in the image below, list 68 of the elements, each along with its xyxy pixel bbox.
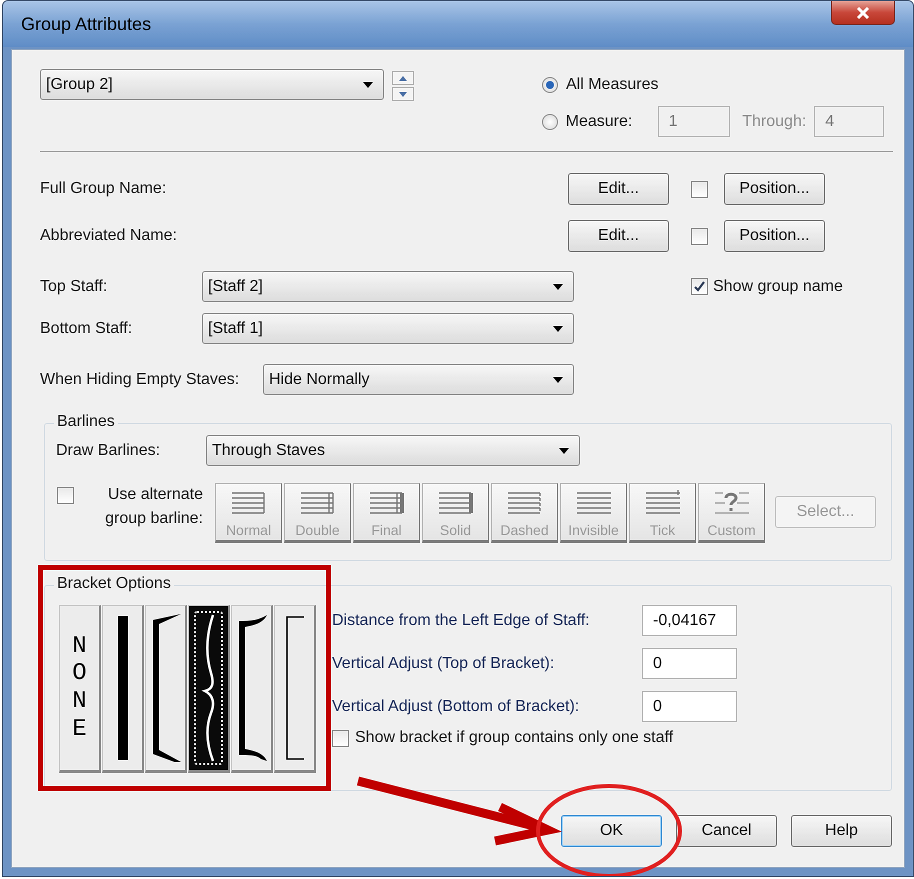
hiding-dropdown[interactable]: Hide Normally <box>263 364 574 395</box>
barline-double-icon <box>298 490 336 516</box>
bracket-icon <box>150 614 180 762</box>
bracket-icon <box>236 615 266 761</box>
radio-label: All Measures <box>566 76 658 94</box>
checkbox[interactable] <box>691 278 708 295</box>
dropdown-arrow-icon <box>559 448 569 454</box>
bracket-style-button[interactable] <box>274 605 316 773</box>
group-title: Bracket Options <box>54 575 174 593</box>
spin-down-button[interactable] <box>392 87 414 101</box>
position-button[interactable]: Position... <box>724 220 825 252</box>
bracket-style-button[interactable] <box>102 605 144 773</box>
barline-dashed-icon <box>506 490 544 516</box>
field-label: Draw Barlines: <box>56 442 162 460</box>
barline-normal-icon <box>230 490 268 516</box>
radio-button[interactable] <box>542 76 558 92</box>
dropdown-arrow-icon <box>553 376 563 382</box>
staff-dropdown[interactable]: [Staff 1] <box>202 313 574 344</box>
value-field[interactable]: 0 <box>642 648 737 679</box>
checkbox-label: Use alternate group barline: <box>104 485 203 529</box>
dropdown-arrow-icon <box>553 284 563 290</box>
checkbox-label: Show bracket if group contains only one staff <box>355 729 674 747</box>
bracket-style-button[interactable]: NONE <box>59 605 101 773</box>
checkbox[interactable] <box>691 180 708 198</box>
dropdown-arrow-icon <box>553 326 563 332</box>
down-arrow-icon <box>399 92 407 96</box>
edit-button[interactable]: Edit... <box>568 173 669 205</box>
field-label: Abbreviated Name: <box>40 227 178 245</box>
dropdown-arrow-icon <box>363 82 373 88</box>
field-label: Vertical Adjust (Bottom of Bracket): <box>332 698 580 716</box>
position-button[interactable]: Position... <box>724 173 825 205</box>
checkbox[interactable] <box>691 228 708 244</box>
field-label: Top Staff: <box>40 278 108 296</box>
field-label: When Hiding Empty Staves: <box>40 370 240 388</box>
dialog-button[interactable]: OK <box>561 815 662 847</box>
close-icon <box>856 6 870 18</box>
bracket-style-button[interactable] <box>188 605 230 773</box>
spin-up-button[interactable] <box>392 71 414 85</box>
none-label: NONE <box>71 632 88 744</box>
thin-bracket-icon <box>286 616 304 760</box>
edit-button[interactable]: Edit... <box>568 220 669 252</box>
field-label: Distance from the Left Edge of Staff: <box>332 612 591 630</box>
close-button[interactable] <box>831 1 895 25</box>
field-label: Full Group Name: <box>40 180 168 198</box>
value-field[interactable]: -0,04167 <box>642 605 737 636</box>
staff-dropdown[interactable]: [Staff 2] <box>202 271 574 302</box>
group-dropdown[interactable]: [Group 2] <box>40 69 384 100</box>
barline-invisible-icon <box>574 490 612 516</box>
radio-label: Measure: <box>566 112 634 130</box>
dialog-button[interactable]: Help <box>791 815 892 847</box>
bracket-style-button[interactable] <box>231 605 273 773</box>
field-label: Vertical Adjust (Top of Bracket): <box>332 654 556 672</box>
radio-button[interactable] <box>542 114 558 130</box>
checkbox-label: Show group name <box>713 278 843 296</box>
barline-solid-icon <box>436 490 474 516</box>
window-title: Group Attributes <box>21 14 152 34</box>
bracket-style-button[interactable] <box>145 605 187 773</box>
dialog-button[interactable]: Cancel <box>676 815 777 847</box>
checkbox[interactable] <box>57 487 74 504</box>
value-field[interactable]: 0 <box>642 691 737 722</box>
barline-custom-icon <box>712 490 750 516</box>
through-label: Through: <box>742 112 806 130</box>
field-label: Bottom Staff: <box>40 320 134 338</box>
checkbox[interactable] <box>332 730 349 746</box>
barlines-dropdown[interactable]: Through Staves <box>206 435 580 466</box>
barline-final-icon <box>368 490 406 516</box>
barline-tick-icon <box>644 490 682 516</box>
up-arrow-icon <box>399 76 407 80</box>
